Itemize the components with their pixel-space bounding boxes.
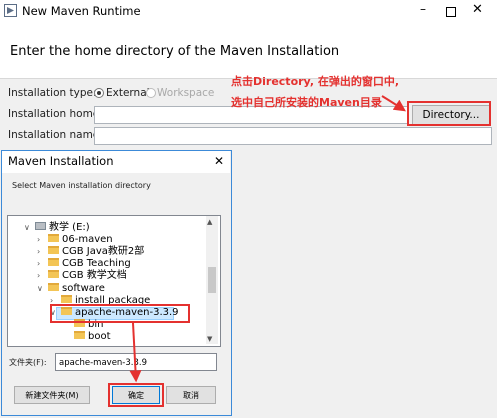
annotation-arrows	[129, 95, 406, 383]
arrow-to-directory-button	[381, 95, 406, 112]
arrow-to-ok-button	[129, 322, 142, 383]
